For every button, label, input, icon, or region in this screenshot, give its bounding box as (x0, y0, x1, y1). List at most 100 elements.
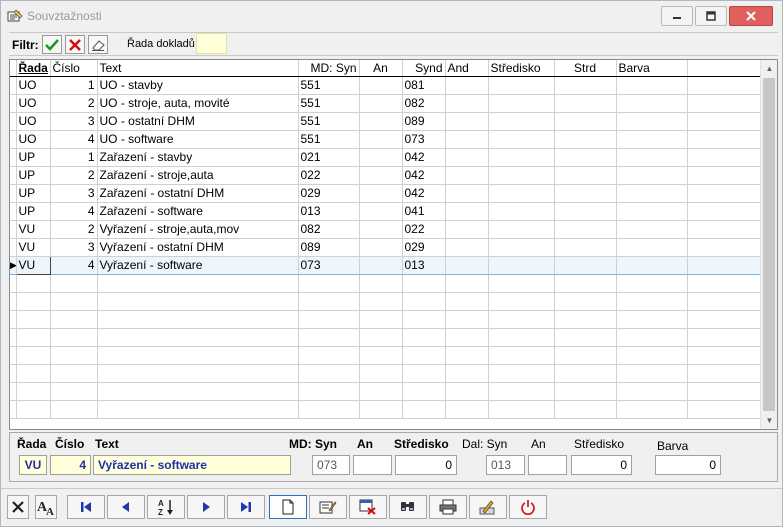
cell-and[interactable] (445, 238, 489, 257)
cell-stredisko[interactable] (488, 346, 555, 365)
cell-stredisko[interactable] (488, 310, 555, 329)
cell-cislo[interactable]: 1 (50, 76, 98, 95)
table-row[interactable]: ▶VU4Vyřazení - software073 013 (10, 255, 762, 275)
sort-button[interactable]: AZ (147, 495, 185, 519)
cell-stredisko[interactable] (488, 238, 555, 257)
cell-an[interactable] (359, 310, 403, 329)
cell-an[interactable] (359, 112, 403, 131)
cell-barva[interactable] (616, 400, 688, 419)
cell-text[interactable]: Zařazení - ostatní DHM (97, 184, 299, 203)
minimize-button[interactable] (661, 6, 693, 26)
cell-text[interactable] (97, 364, 299, 383)
last-record-button[interactable] (227, 495, 265, 519)
cell-and[interactable] (445, 346, 489, 365)
cell-an[interactable] (359, 94, 403, 113)
empty-table-row[interactable] (10, 310, 762, 329)
cell-strd[interactable] (554, 310, 617, 329)
cell-stredisko[interactable] (488, 148, 555, 167)
cell-stredisko[interactable] (488, 220, 555, 239)
cell-synd[interactable]: 042 (402, 184, 446, 203)
cell-strd[interactable] (554, 148, 617, 167)
cell-text[interactable] (97, 328, 299, 347)
cell-barva[interactable] (616, 166, 688, 185)
cell-and[interactable] (445, 382, 489, 401)
cell-synd[interactable]: 022 (402, 220, 446, 239)
table-row[interactable]: VU 2 Vyřazení - stroje,auta,mov 082 022 (10, 220, 762, 239)
cell-rada[interactable]: UP (16, 166, 51, 185)
cell-synd[interactable]: 013 (402, 255, 446, 275)
column-header-rada[interactable]: Řada (16, 60, 51, 77)
next-record-button[interactable] (187, 495, 225, 519)
cell-cislo[interactable] (50, 292, 98, 311)
cell-text[interactable]: Zařazení - stroje,auta (97, 166, 299, 185)
cell-and[interactable] (445, 94, 489, 113)
cell-cislo[interactable]: 2 (50, 166, 98, 185)
cell-stredisko[interactable] (488, 328, 555, 347)
table-row[interactable]: UP 1 Zařazení - stavby 021 042 (10, 148, 762, 167)
cell-md-syn[interactable]: 551 (298, 130, 360, 149)
previous-record-button[interactable] (107, 495, 145, 519)
cell-and[interactable] (445, 255, 489, 275)
cell-text[interactable] (97, 400, 299, 419)
cell-synd[interactable] (402, 346, 446, 365)
find-button[interactable] (389, 495, 427, 519)
cell-stredisko[interactable] (488, 202, 555, 221)
cell-text[interactable]: Zařazení - stavby (97, 148, 299, 167)
close-form-button[interactable] (7, 495, 29, 519)
cell-md-syn[interactable]: 089 (298, 238, 360, 257)
cell-cislo[interactable] (50, 310, 98, 329)
cell-barva[interactable] (616, 220, 688, 239)
cell-stredisko[interactable] (488, 184, 555, 203)
cell-barva[interactable] (616, 328, 688, 347)
cell-barva[interactable] (616, 238, 688, 257)
cell-barva[interactable] (616, 184, 688, 203)
md-syn-field[interactable]: 073 (312, 455, 350, 475)
cell-md-syn[interactable]: 551 (298, 76, 360, 95)
barva-field[interactable]: 0 (655, 455, 721, 475)
cell-cislo[interactable]: 3 (50, 112, 98, 131)
series-input[interactable] (196, 33, 227, 54)
cell-rada[interactable]: VU (15, 255, 51, 275)
column-header-and[interactable]: And (445, 60, 489, 77)
cell-cislo[interactable] (50, 382, 98, 401)
cell-md-syn[interactable] (298, 364, 360, 383)
column-header-stredisko[interactable]: Středisko (488, 60, 555, 77)
empty-table-row[interactable] (10, 346, 762, 365)
cell-md-syn[interactable]: 013 (298, 202, 360, 221)
dal-stredisko-field[interactable]: 0 (571, 455, 632, 475)
cell-synd[interactable]: 081 (402, 76, 446, 95)
cell-stredisko[interactable] (488, 382, 555, 401)
empty-table-row[interactable] (10, 292, 762, 311)
cell-and[interactable] (445, 310, 489, 329)
cell-strd[interactable] (554, 274, 617, 293)
cell-text[interactable]: UO - stroje, auta, movité (97, 94, 299, 113)
dal-syn-field[interactable]: 013 (486, 455, 525, 475)
cell-synd[interactable]: 042 (402, 148, 446, 167)
table-row[interactable]: UP 2 Zařazení - stroje,auta 022 042 (10, 166, 762, 185)
cell-synd[interactable] (402, 400, 446, 419)
cell-strd[interactable] (554, 255, 617, 275)
cell-an[interactable] (359, 238, 403, 257)
cell-synd[interactable]: 029 (402, 238, 446, 257)
cell-md-syn[interactable]: 082 (298, 220, 360, 239)
cell-text[interactable]: Vyřazení - ostatní DHM (97, 238, 299, 257)
cell-strd[interactable] (554, 220, 617, 239)
table-row[interactable]: UO 2 UO - stroje, auta, movité 551 082 (10, 94, 762, 113)
font-button[interactable]: AA (35, 495, 57, 519)
cell-rada[interactable]: UP (16, 148, 51, 167)
cell-an[interactable] (359, 364, 403, 383)
cell-and[interactable] (445, 130, 489, 149)
vertical-scrollbar[interactable]: ▲ ▼ (760, 60, 777, 429)
cell-cislo[interactable]: 4 (50, 202, 98, 221)
table-row[interactable]: UP 3 Zařazení - ostatní DHM 029 042 (10, 184, 762, 203)
cell-md-syn[interactable]: 551 (298, 112, 360, 131)
cell-barva[interactable] (616, 202, 688, 221)
empty-table-row[interactable] (10, 328, 762, 347)
cell-an[interactable] (359, 346, 403, 365)
table-row[interactable]: UP 4 Zařazení - software 013 041 (10, 202, 762, 221)
cell-rada[interactable]: UO (16, 94, 51, 113)
cell-rada[interactable] (16, 274, 51, 293)
column-header-barva[interactable]: Barva (616, 60, 688, 77)
cell-strd[interactable] (554, 346, 617, 365)
cell-text[interactable]: UO - ostatní DHM (97, 112, 299, 131)
